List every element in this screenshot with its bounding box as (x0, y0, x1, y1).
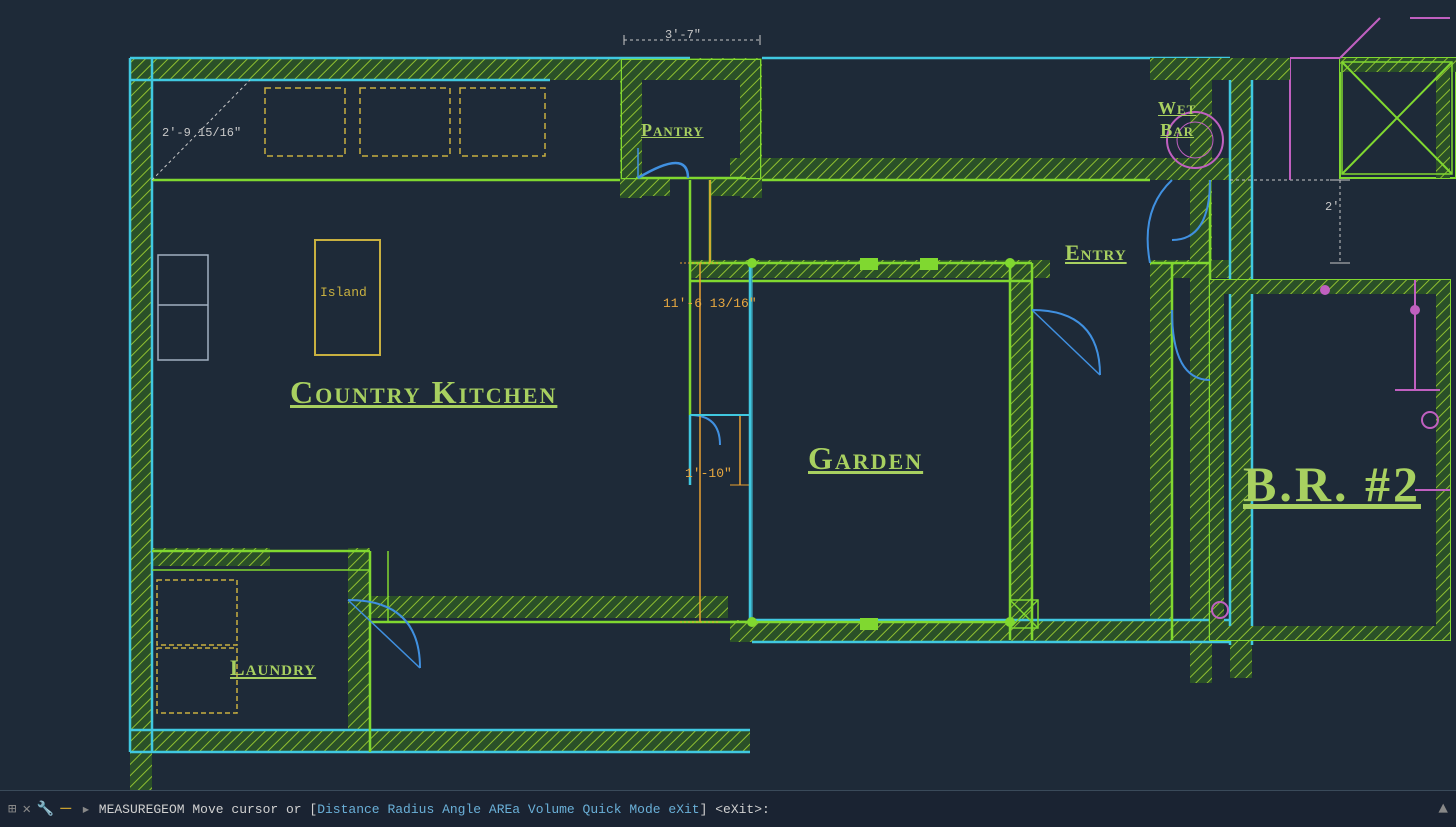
command-text: MEASUREGEOM Move cursor or [Distance Rad… (99, 802, 770, 817)
island-label: Island (320, 285, 367, 300)
entry-label: Entry (1065, 240, 1127, 266)
dim-2ft: 2' (1325, 200, 1339, 214)
close-icon[interactable]: ✕ (22, 801, 30, 818)
floor-plan: Country Kitchen Pantry WetBar Entry Gard… (0, 0, 1456, 790)
arrow-icon: ▸ (81, 799, 91, 819)
plan-svg (0, 0, 1456, 790)
dim-2-9-15-16: 2'-9 15/16" (162, 126, 241, 140)
dim-11-6-13-16: 11'-6 13/16" (663, 296, 757, 311)
country-kitchen-label: Country Kitchen (290, 374, 557, 411)
grid-icon: ⊞ (8, 801, 16, 818)
scroll-up-icon[interactable]: ▲ (1438, 800, 1448, 818)
dim-1-10: 1'-10" (685, 466, 732, 481)
laundry-label: Laundry (230, 655, 316, 681)
garden-label: Garden (808, 440, 923, 477)
dim-3-7: 3'-7" (665, 28, 701, 42)
pantry-label: Pantry (641, 120, 704, 141)
wrench-icon[interactable]: 🔧 (37, 801, 54, 818)
wet-bar-label: WetBar (1158, 98, 1196, 141)
command-bar: ⊞ ✕ 🔧 — ▸ MEASUREGEOM Move cursor or [Di… (0, 790, 1456, 827)
measure-icon: — (60, 799, 71, 819)
br2-label: B.R. #2 (1243, 455, 1421, 513)
